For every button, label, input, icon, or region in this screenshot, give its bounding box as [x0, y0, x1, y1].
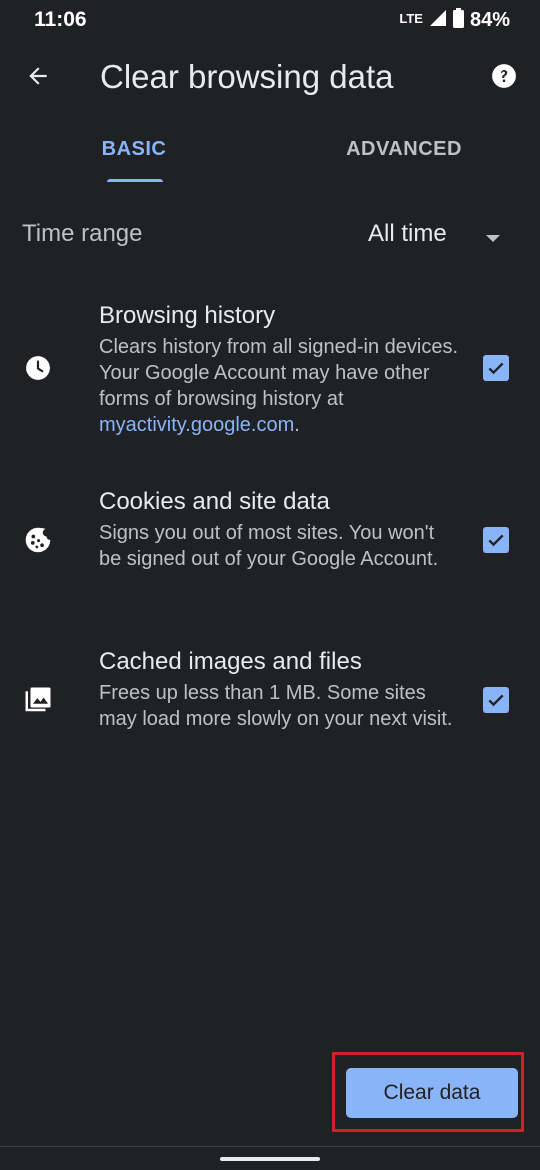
check-icon: [488, 694, 504, 707]
cookies-checkbox[interactable]: [483, 527, 509, 553]
check-icon: [488, 534, 504, 547]
dropdown-arrow-icon: [486, 230, 500, 248]
back-button[interactable]: [18, 58, 58, 98]
cached-images-checkbox[interactable]: [483, 687, 509, 713]
option-description: Clears history from all signed-in device…: [99, 334, 459, 438]
time-range-dropdown[interactable]: All time: [358, 214, 518, 256]
time-range-value: All time: [368, 220, 447, 247]
option-description-end: .: [294, 414, 300, 436]
network-type: LTE: [399, 11, 423, 26]
option-title: Cached images and files: [99, 648, 362, 675]
option-cookies[interactable]: Cookies and site data Signs you out of m…: [0, 486, 540, 601]
myactivity-link[interactable]: myactivity.google.com: [99, 414, 294, 436]
status-time: 11:06: [34, 8, 87, 31]
time-range-label: Time range: [22, 220, 143, 247]
tab-indicator: [107, 179, 163, 182]
status-bar: 11:06 LTE 84%: [0, 0, 540, 44]
image-icon: [22, 684, 54, 716]
option-title: Cookies and site data: [99, 488, 330, 515]
option-browsing-history[interactable]: Browsing history Clears history from all…: [0, 300, 540, 445]
option-description: Frees up less than 1 MB. Some sites may …: [99, 682, 453, 730]
tab-basic[interactable]: BASIC: [68, 138, 200, 161]
tab-bar: BASIC ADVANCED: [0, 120, 540, 186]
app-bar: Clear browsing data: [0, 44, 540, 116]
signal-icon: [429, 9, 447, 32]
gesture-handle[interactable]: [220, 1157, 320, 1161]
help-icon: [491, 63, 517, 94]
clock-icon: [22, 352, 54, 384]
status-icons: LTE 84%: [399, 8, 510, 33]
time-range-row: Time range All time: [0, 208, 540, 262]
cookie-icon: [22, 524, 54, 556]
option-title: Browsing history: [99, 302, 276, 329]
browsing-history-checkbox[interactable]: [483, 355, 509, 381]
option-description: Signs you out of most sites. You won't b…: [99, 522, 439, 570]
option-description-text: Clears history from all signed-in device…: [99, 336, 459, 410]
battery-icon: [452, 8, 464, 33]
page-title: Clear browsing data: [100, 58, 394, 95]
arrow-back-icon: [25, 63, 51, 94]
navigation-bar: [0, 1146, 540, 1170]
help-button[interactable]: [486, 60, 522, 96]
battery-percentage: 84%: [469, 9, 510, 31]
option-cached-images[interactable]: Cached images and files Frees up less th…: [0, 646, 540, 761]
check-icon: [488, 362, 504, 375]
clear-data-button[interactable]: Clear data: [346, 1068, 518, 1118]
tab-advanced[interactable]: ADVANCED: [314, 138, 494, 161]
